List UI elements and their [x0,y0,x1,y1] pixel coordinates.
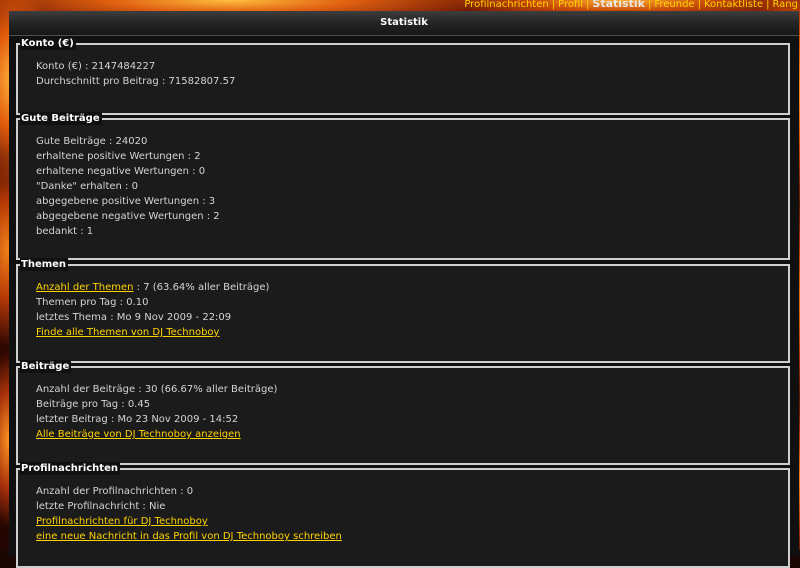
profile-messages-link[interactable]: Profilnachrichten für DJ Technoboy [36,516,208,527]
section-konto: Konto (€) Konto (€) : 2147484227 Durchsc… [16,37,790,115]
nav-rang[interactable]: Rang [772,0,798,10]
nav-freunde[interactable]: Freunde [654,0,694,10]
given-positive-ratings: abgegebene positive Wertungen : 3 [36,196,216,207]
section-title-gute-beitraege: Gute Beiträge [20,112,102,125]
konto-average-per-post: Durchschnitt pro Beitrag : 71582807.57 [36,76,236,87]
profile-message-count: Anzahl der Profilnachrichten : 0 [36,486,194,497]
thanks-received: "Danke" erhalten : 0 [36,181,138,192]
topic-count-link[interactable]: Anzahl der Themen [36,282,133,293]
section-title-beitraege: Beiträge [20,360,72,373]
section-title-themen: Themen [20,258,69,271]
nav-separator: | [647,0,652,10]
gute-beitraege-count: Gute Beiträge : 24020 [36,136,148,147]
posts-per-day: Beiträge pro Tag : 0.45 [36,399,151,410]
konto-balance: Konto (€) : 2147484227 [36,61,156,72]
profile-messages-row: Profilnachrichten für DJ Technoboy [36,514,788,529]
show-all-posts-link[interactable]: Alle Beiträge von DJ Technoboy anzeigen [36,429,241,440]
given-negative-ratings: abgegebene negative Wertungen : 2 [36,211,220,222]
last-topic: letztes Thema : Mo 9 Nov 2009 - 22:09 [36,312,232,323]
find-all-topics-link[interactable]: Finde alle Themen von DJ Technoboy [36,327,219,338]
nav-separator: | [551,0,556,10]
statistics-panel: Statistik Konto (€) Konto (€) : 21474842… [9,11,799,568]
post-count: Anzahl der Beiträge : 30 (66.67% aller B… [36,384,278,395]
section-gute-beitraege: Gute Beiträge Gute Beiträge : 24020 erha… [16,112,790,260]
write-message-row: eine neue Nachricht in das Profil von DJ… [36,529,788,544]
nav-profilnachrichten[interactable]: Profilnachrichten [464,0,548,10]
topic-count-row: Anzahl der Themen : 7 (63.64% aller Beit… [36,280,788,295]
section-themen: Themen Anzahl der Themen : 7 (63.64% all… [16,258,790,363]
write-profile-message-link[interactable]: eine neue Nachricht in das Profil von DJ… [36,531,342,542]
section-profilnachrichten: Profilnachrichten Anzahl der Profilnachr… [16,462,790,568]
received-positive-ratings: erhaltene positive Wertungen : 2 [36,151,201,162]
section-beitraege: Beiträge Anzahl der Beiträge : 30 (66.67… [16,360,790,465]
topics-per-day: Themen pro Tag : 0.10 [36,297,149,308]
page-title: Statistik [9,11,799,36]
profile-nav: Profilnachrichten | Profil | Statistik | Freun… [464,0,798,11]
nav-profil[interactable]: Profil [558,0,583,10]
all-posts-row: Alle Beiträge von DJ Technoboy anzeigen [36,427,788,442]
thanked-count: bedankt : 1 [36,226,94,237]
nav-kontaktliste[interactable]: Kontaktliste [704,0,763,10]
nav-separator: | [697,0,701,10]
section-title-profilnachrichten: Profilnachrichten [20,462,120,475]
last-profile-message: letzte Profilnachricht : Nie [36,501,166,512]
section-title-konto: Konto (€) [20,37,76,50]
find-topics-row: Finde alle Themen von DJ Technoboy [36,325,788,340]
topic-count-value: : 7 (63.64% aller Beiträge) [136,282,270,293]
received-negative-ratings: erhaltene negative Wertungen : 0 [36,166,206,177]
last-post: letzter Beitrag : Mo 23 Nov 2009 - 14:52 [36,414,239,425]
nav-statistik[interactable]: Statistik [592,0,645,10]
